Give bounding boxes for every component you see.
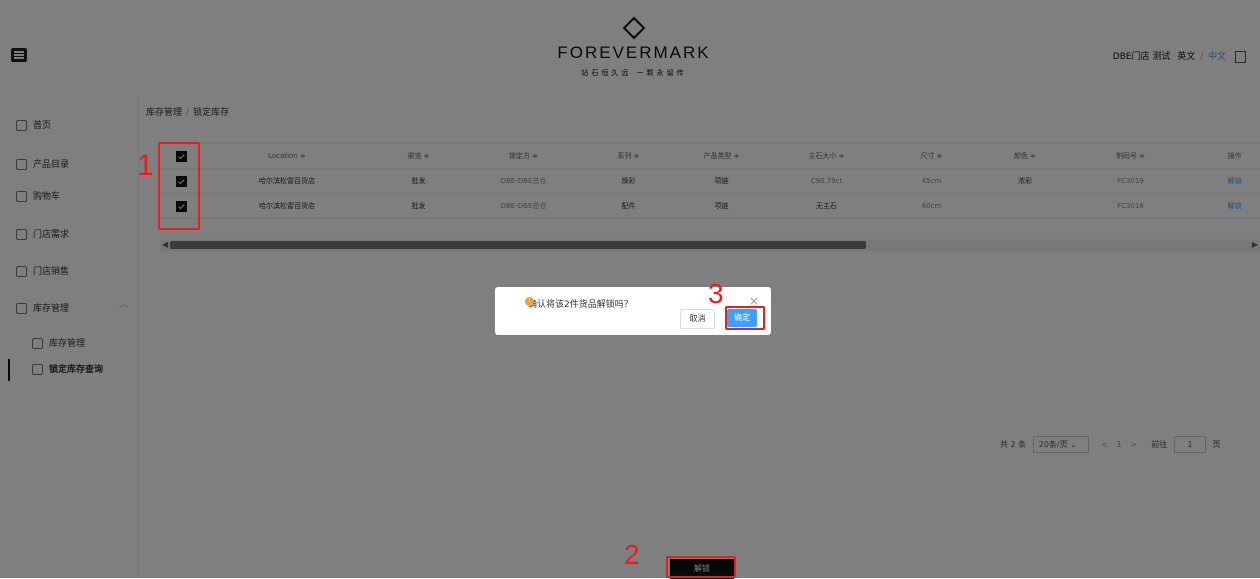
annotation-number-3: 3 [708,278,724,309]
dialog-message-text: 确认将该2件货品解锁吗？ [528,300,633,310]
dialog-message: ! 确认将该2件货品解锁吗？ [510,297,633,310]
cancel-button[interactable]: 取消 [680,309,715,329]
confirm-dialog: × ! 确认将该2件货品解锁吗？ 取消 确定 [495,287,771,335]
close-icon[interactable]: × [749,295,759,307]
warning-icon: ! [525,297,534,306]
confirm-button[interactable]: 确定 [727,309,757,327]
annotation-number-1: 1 [137,149,154,182]
annotation-number-2: 2 [624,539,640,570]
